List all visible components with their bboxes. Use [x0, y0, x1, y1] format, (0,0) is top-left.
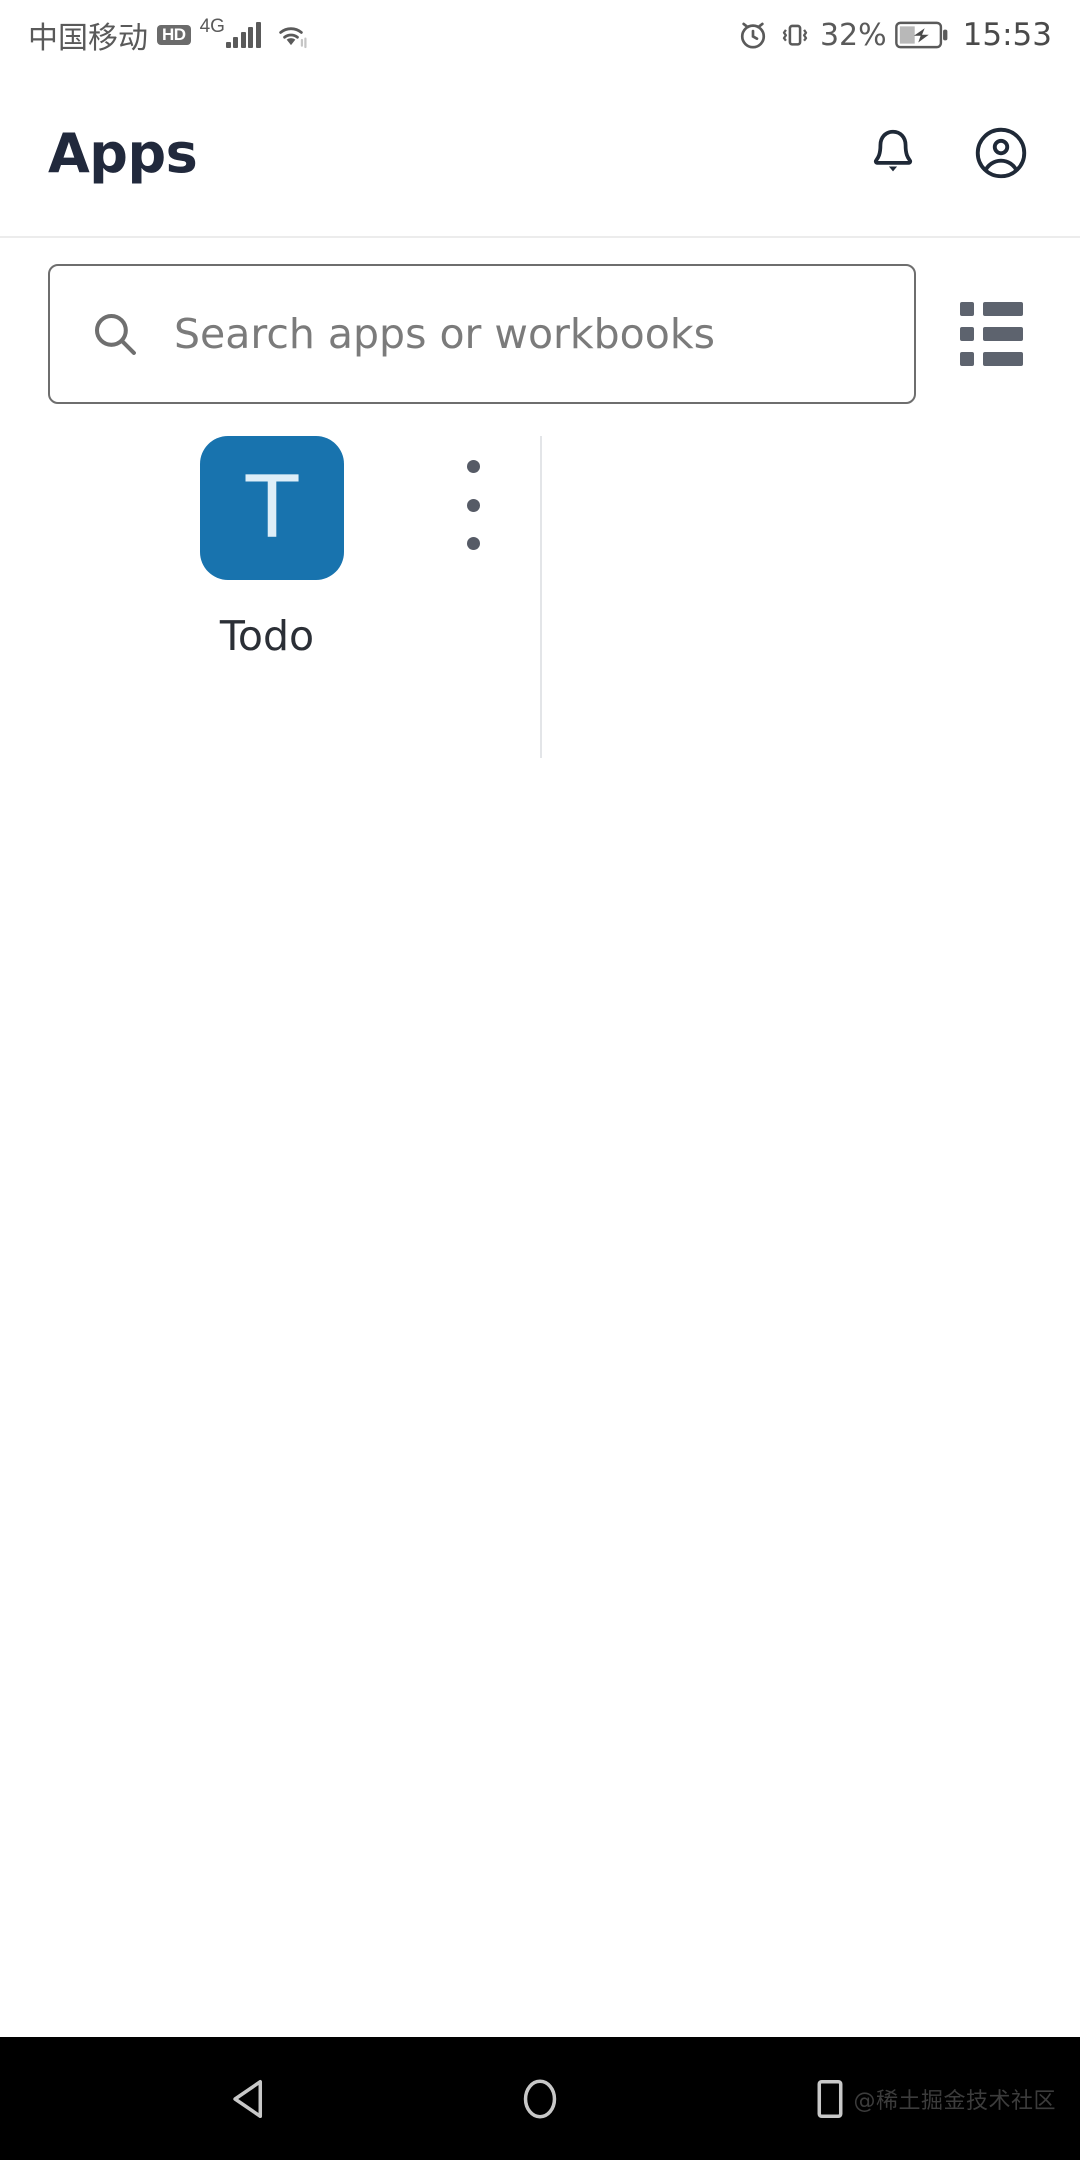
app-header: Apps — [0, 70, 1080, 238]
alarm-clock-icon — [736, 18, 770, 52]
status-bar: 中国移动 HD 4G 32% 15:53 — [0, 0, 1080, 70]
clock-label: 15:53 — [962, 17, 1052, 53]
grid-column-divider — [540, 436, 542, 758]
list-view-row — [960, 327, 1024, 341]
vibrate-icon — [778, 18, 812, 52]
search-icon — [88, 307, 142, 361]
hd-badge: HD — [157, 25, 191, 45]
app-tile-todo[interactable]: T Todo — [102, 436, 480, 736]
battery-percent-label: 32% — [819, 17, 887, 53]
carrier-label: 中国移动 — [28, 21, 148, 56]
back-triangle-icon[interactable] — [210, 2059, 290, 2139]
battery-charging-icon — [894, 20, 949, 50]
watermark-label: @稀土掘金技术社区 — [853, 2088, 1056, 2114]
list-view-icon[interactable] — [960, 302, 1024, 366]
app-grid: T Todo — [0, 436, 1080, 776]
app-tile-label: Todo — [219, 612, 315, 660]
signal-bars-icon — [225, 22, 261, 48]
account-circle-icon[interactable] — [970, 122, 1032, 184]
search-placeholder-text: Search apps or workbooks — [174, 310, 715, 358]
page-title: Apps — [48, 121, 198, 185]
search-row: Search apps or workbooks — [0, 238, 1080, 404]
more-vertical-icon[interactable] — [450, 460, 496, 550]
wifi-icon — [274, 21, 308, 49]
todo-app-icon[interactable]: T — [200, 436, 344, 580]
network-indicator: 4G — [200, 17, 261, 48]
network-type-label: 4G — [199, 16, 225, 37]
bell-icon[interactable] — [862, 122, 924, 184]
list-view-row — [960, 302, 1024, 316]
app-icon-initial: T — [245, 458, 299, 558]
app-tile-icon-wrap: T — [102, 436, 432, 580]
status-bar-left: 中国移动 HD 4G — [28, 13, 308, 57]
search-input[interactable]: Search apps or workbooks — [48, 264, 916, 404]
android-navigation-bar: @稀土掘金技术社区 — [0, 2037, 1080, 2160]
list-view-row — [960, 352, 1024, 366]
status-bar-right: 32% 15:53 — [736, 17, 1052, 53]
header-actions — [862, 122, 1032, 184]
home-circle-icon[interactable] — [500, 2059, 580, 2139]
